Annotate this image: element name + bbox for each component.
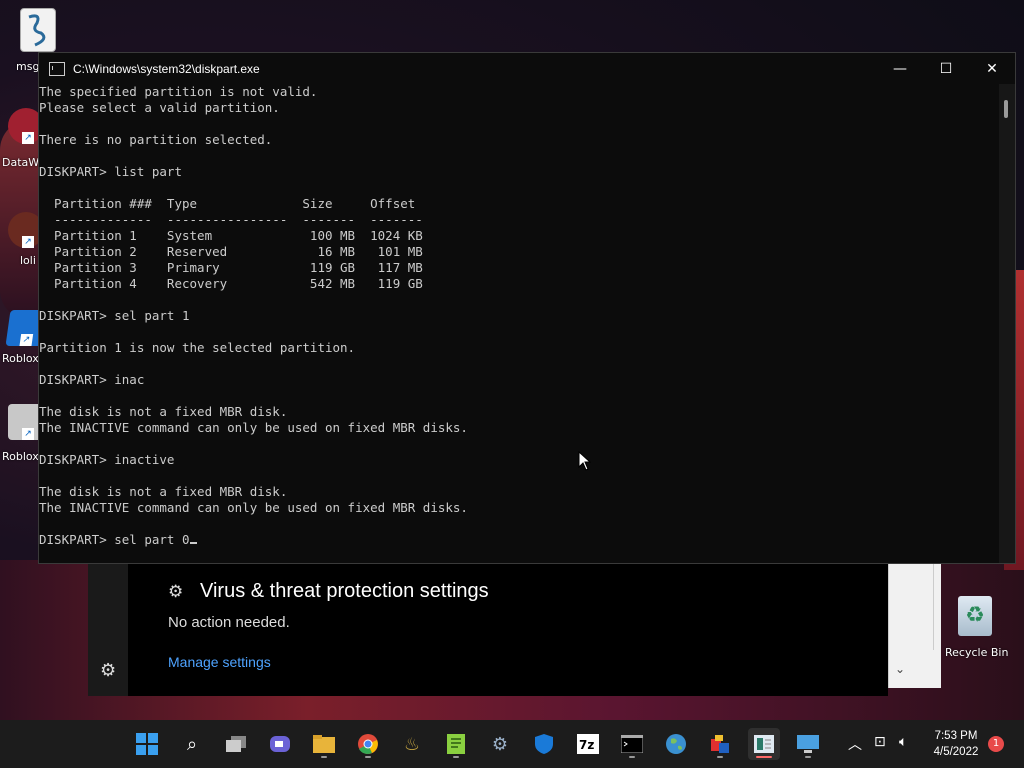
console-line: The INACTIVE command can only be used on… <box>39 500 468 515</box>
chevron-up-icon[interactable]: ︿ <box>848 734 862 754</box>
console-output[interactable]: The specified partition is not valid. Ple… <box>39 84 999 563</box>
start-icon[interactable] <box>131 728 163 760</box>
desktop-icon-label: Recycle Bin <box>945 646 1009 659</box>
console-line: DISKPART> sel part 1 <box>39 308 190 323</box>
console-line: Partition 1 System 100 MB 1024 KB <box>39 228 423 243</box>
settings-icon[interactable]: ⚙ <box>484 728 516 760</box>
notification-badge[interactable]: 1 <box>988 736 1004 752</box>
running-indicator <box>453 756 459 758</box>
console-prompt-line[interactable]: DISKPART> sel part 0 <box>39 532 999 548</box>
shortcut-arrow-icon: ↗ <box>22 236 34 248</box>
console-line: DISKPART> inactive <box>39 452 175 467</box>
console-app-icon <box>49 61 65 76</box>
chevron-down-icon[interactable]: ⌄ <box>889 658 911 680</box>
terminal-icon[interactable] <box>616 728 648 760</box>
notepad-active-icon[interactable] <box>748 728 780 760</box>
notification-sidebar: ⚙ <box>88 564 128 696</box>
panel-frame <box>889 564 934 650</box>
shortcut-arrow-icon: ↗ <box>22 132 34 144</box>
console-line: Please select a valid partition. <box>39 100 280 115</box>
console-line: ------------- ---------------- ------- -… <box>39 212 423 227</box>
notepad-file-icon <box>20 8 56 52</box>
recycle-bin-icon: ♻ <box>958 596 992 636</box>
chrome-icon[interactable] <box>352 728 384 760</box>
console-line: Partition 1 is now the selected partitio… <box>39 340 356 355</box>
search-icon[interactable]: ⌕ <box>176 728 208 760</box>
running-indicator <box>805 756 811 758</box>
console-line: DISKPART> inac <box>39 372 145 387</box>
console-line: DISKPART> list part <box>39 164 182 179</box>
notification-heading: Virus & threat protection settings <box>200 580 489 602</box>
notification-status: No action needed. <box>168 614 290 631</box>
earth-icon[interactable] <box>660 728 692 760</box>
console-line: The disk is not a fixed MBR disk. <box>39 484 288 499</box>
desktop-icon-label: Roblox <box>2 352 39 365</box>
network-icon[interactable]: ⊡ <box>874 734 886 750</box>
file-explorer-icon[interactable] <box>308 728 340 760</box>
background-window-panel: ⌄ <box>888 564 941 688</box>
desktop-icon-label: Roblox <box>2 450 39 463</box>
clock-time: 7:53 PM <box>934 730 978 742</box>
taskbar: ⌕ ♨ ⚙ 7z ︿ ⊡ 🔈︎ 7:53 PM 4/5/2022 1 <box>0 720 1024 768</box>
running-indicator <box>717 756 723 758</box>
console-line: The specified partition is not valid. <box>39 84 318 99</box>
running-indicator <box>321 756 327 758</box>
console-line: Partition 2 Reserved 16 MB 101 MB <box>39 244 423 259</box>
console-line: Partition ### Type Size Offset <box>39 196 416 211</box>
volume-icon[interactable]: 🔈︎ <box>899 734 907 750</box>
vertical-scrollbar[interactable] <box>999 84 1015 563</box>
desktop-icon-label: loli <box>20 254 36 267</box>
shortcut-arrow-icon: ↗ <box>19 334 34 346</box>
scrollbar-thumb[interactable] <box>1004 100 1008 118</box>
windows-security-icon[interactable] <box>528 728 560 760</box>
window-titlebar[interactable]: C:\Windows\system32\diskpart.exe — ☐ ✕ <box>39 53 1015 84</box>
security-notification[interactable]: ⚙ ⚙ Virus & threat protection settings N… <box>88 564 888 696</box>
svg-text:7z: 7z <box>579 738 594 752</box>
chat-icon[interactable] <box>264 728 296 760</box>
text-cursor <box>189 542 197 544</box>
taskbar-clock[interactable]: 7:53 PM 4/5/2022 <box>928 728 984 760</box>
active-indicator <box>756 756 772 758</box>
remote-desktop-icon[interactable] <box>792 728 824 760</box>
close-button[interactable]: ✕ <box>969 53 1015 84</box>
desktop-icon-recycle-bin[interactable]: ♻ Recycle Bin <box>944 596 1014 659</box>
console-line: The INACTIVE command can only be used on… <box>39 420 468 435</box>
minimize-button[interactable]: — <box>877 53 923 84</box>
maximize-button[interactable]: ☐ <box>923 53 969 84</box>
gear-icon[interactable]: ⚙ <box>100 660 116 681</box>
inkscape-icon[interactable]: ♨ <box>396 728 428 760</box>
settings-shield-icon: ⚙ <box>168 582 184 602</box>
manage-settings-link[interactable]: Manage settings <box>168 654 271 670</box>
desktop-icon-msg[interactable]: msg <box>0 8 56 73</box>
desktop-icon-label: DataW <box>2 156 40 169</box>
running-indicator <box>365 756 371 758</box>
console-line: There is no partition selected. <box>39 132 273 147</box>
clock-date: 4/5/2022 <box>933 746 979 758</box>
shortcut-arrow-icon: ↗ <box>22 428 34 440</box>
console-line: Partition 3 Primary 119 GB 117 MB <box>39 260 423 275</box>
notepad-plus-icon[interactable] <box>440 728 472 760</box>
console-line: Partition 4 Recovery 542 MB 119 GB <box>39 276 423 291</box>
desktop-icon-label: msg <box>16 60 40 73</box>
running-indicator <box>629 756 635 758</box>
window-title: C:\Windows\system32\diskpart.exe <box>73 61 260 76</box>
mouse-pointer-icon <box>578 451 592 471</box>
task-view-icon[interactable] <box>220 728 252 760</box>
7zip-icon[interactable]: 7z <box>572 728 604 760</box>
diskpart-window[interactable]: C:\Windows\system32\diskpart.exe — ☐ ✕ T… <box>38 52 1016 564</box>
console-prompt-text: DISKPART> sel part 0 <box>39 532 190 547</box>
paint-icon[interactable] <box>704 728 736 760</box>
console-line: The disk is not a fixed MBR disk. <box>39 404 288 419</box>
